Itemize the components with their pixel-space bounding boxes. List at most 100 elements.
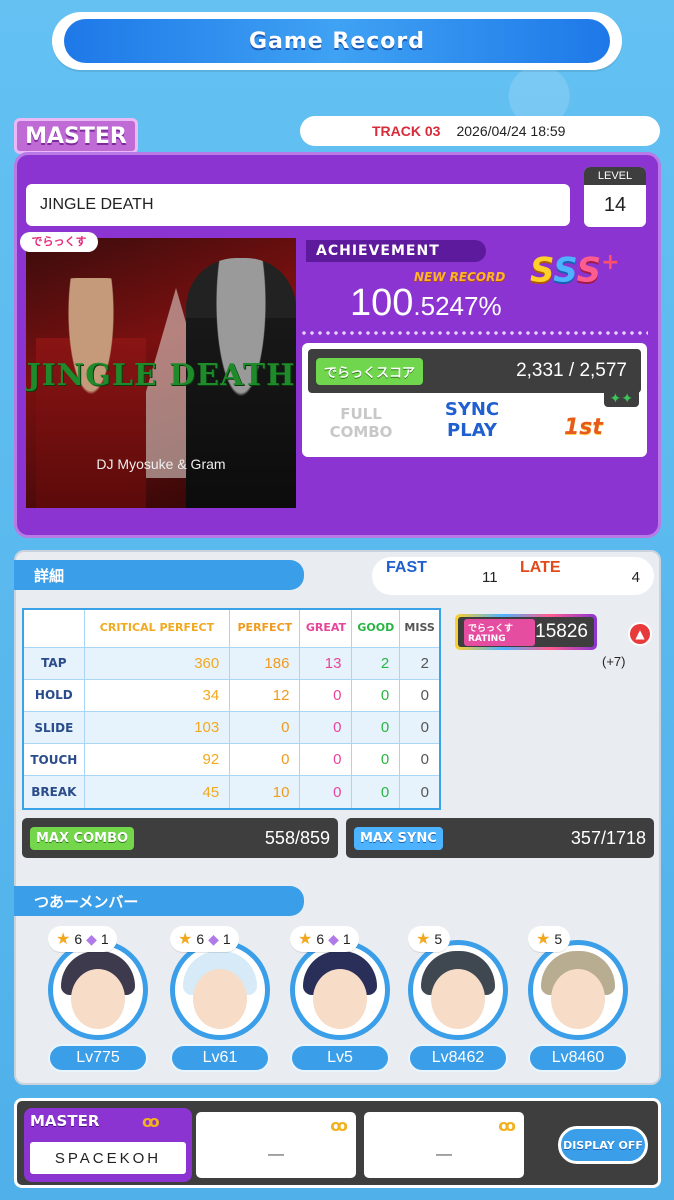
tour-member[interactable]: ★ 5 Lv8460	[528, 926, 628, 1076]
table-row: BREAK 45 10 0 0 0	[22, 775, 441, 810]
table-header-corner	[22, 608, 85, 648]
member-rank-badge: ★ 6 ◆ 1	[48, 926, 117, 952]
rating-value: 15826	[535, 621, 588, 642]
member-stars: 5	[434, 931, 443, 947]
member-stars: 5	[554, 931, 563, 947]
header-inner: Game Record	[64, 19, 610, 63]
dx-stars: ✦✦	[603, 391, 639, 407]
max-combo-value: 558/859	[264, 827, 330, 848]
cell-miss: 0	[399, 678, 441, 712]
player-card[interactable]: MASTER ꝏ SPACEKOH	[24, 1108, 192, 1182]
member-stars: 6	[74, 931, 83, 947]
member-gems: 1	[222, 931, 231, 947]
avatar-face	[313, 969, 367, 1029]
cell-good: 0	[351, 678, 401, 712]
star-icon: ★	[298, 931, 313, 948]
jacket-title: JINGLE DEATH	[26, 358, 296, 393]
cell-great: 13	[299, 646, 353, 680]
details-section-tab: 詳細	[14, 560, 304, 590]
cell-miss: 0	[399, 743, 441, 777]
avatar	[408, 940, 508, 1040]
cell-perfect: 12	[229, 678, 301, 712]
play-datetime: 2026/04/24 18:59	[456, 123, 566, 139]
rating-delta: (+7)	[602, 654, 626, 669]
achievement-label: ACHIEVEMENT	[306, 240, 486, 262]
tour-member[interactable]: ★ 6 ◆ 1 Lv61	[170, 926, 270, 1076]
dotted-divider	[300, 330, 648, 336]
avatar	[170, 940, 270, 1040]
cell-critical: 103	[83, 710, 231, 745]
member-level: Lv5	[290, 1044, 390, 1072]
member-level: Lv8462	[408, 1044, 508, 1072]
star-icon: ★	[56, 931, 71, 948]
cell-critical: 45	[83, 775, 231, 810]
place-badge: 1st	[564, 415, 603, 440]
member-rank-badge: ★ 5	[408, 926, 451, 952]
achievement-int: 100	[350, 282, 414, 324]
track-info-bar: TRACK 03 2026/04/24 18:59	[300, 116, 660, 146]
member-stars: 6	[196, 931, 205, 947]
cell-good: 0	[351, 775, 401, 810]
rating-box: でらっくす RATING 15826	[455, 614, 597, 650]
avatar-face	[431, 969, 485, 1029]
fast-value: 11	[482, 569, 498, 586]
member-level: Lv775	[48, 1044, 148, 1072]
cell-good: 2	[351, 646, 401, 680]
max-sync-bar: MAX SYNC 357/1718	[346, 818, 654, 858]
cell-miss: 0	[399, 775, 441, 810]
player-name: SPACEKOH	[30, 1142, 186, 1174]
table-row: TAP 360 186 13 2 2	[22, 646, 441, 680]
page-title: Game Record	[248, 28, 426, 54]
rank-letter: S	[553, 250, 577, 291]
difficulty-tag: MASTER	[14, 118, 138, 154]
member-stars: 6	[316, 931, 325, 947]
cell-great: 0	[299, 678, 353, 712]
rank-letter: S	[576, 250, 602, 291]
cell-critical: 92	[83, 743, 231, 777]
cell-perfect: 0	[229, 710, 301, 745]
header-miss: MISS	[399, 608, 441, 648]
display-off-button[interactable]: DISPLAY OFF	[558, 1126, 648, 1164]
fast-label: FAST	[386, 559, 427, 576]
achievement-value: 100.5247%	[350, 282, 502, 325]
header-great: GREAT	[299, 608, 353, 648]
jacket-badge-wrap: でらっくす	[20, 232, 98, 252]
max-combo-bar: MAX COMBO 558/859	[22, 818, 338, 858]
sync-play-badge: SYNC PLAY	[444, 399, 500, 441]
member-gems: 1	[100, 931, 109, 947]
rank-badge: SSS+	[530, 250, 620, 290]
row-label: HOLD	[22, 678, 85, 712]
row-label: SLIDE	[22, 710, 85, 745]
cell-perfect: 186	[229, 646, 301, 680]
tour-member[interactable]: ★ 6 ◆ 1 Lv5	[290, 926, 390, 1076]
player-slot-3[interactable]: ꝏ —	[364, 1112, 524, 1178]
header-critical-perfect: CRITICAL PERFECT	[83, 608, 231, 648]
cell-good: 0	[351, 743, 401, 777]
tour-member[interactable]: ★ 5 Lv8462	[408, 926, 508, 1076]
player-difficulty: MASTER	[30, 1112, 100, 1130]
dx-score-value: 2,331 / 2,577	[516, 360, 627, 381]
level-label: LEVEL	[584, 167, 646, 185]
jacket-figure-left	[36, 278, 146, 508]
deluxe-badge: でらっくす	[20, 232, 98, 252]
table-row: SLIDE 103 0 0 0 0	[22, 710, 441, 745]
row-label: TAP	[22, 646, 85, 680]
table-row: HOLD 34 12 0 0 0	[22, 678, 441, 712]
header-perfect: PERFECT	[229, 608, 301, 648]
member-gems: 1	[342, 931, 351, 947]
cell-critical: 34	[83, 678, 231, 712]
judgement-table: CRITICAL PERFECT PERFECT GREAT GOOD MISS…	[22, 608, 441, 810]
song-title: JINGLE DEATH	[26, 184, 570, 226]
rating-inner: でらっくす RATING 15826	[458, 617, 594, 647]
full-combo-badge: FULL COMBO	[329, 405, 393, 441]
cell-great: 0	[299, 743, 353, 777]
table-row: TOUCH 92 0 0 0 0	[22, 743, 441, 777]
star-icon: ★	[178, 931, 193, 948]
row-label: TOUCH	[22, 743, 85, 777]
tour-member[interactable]: ★ 6 ◆ 1 Lv775	[48, 926, 148, 1076]
player-slot-2[interactable]: ꝏ —	[196, 1112, 356, 1178]
max-sync-label: MAX SYNC	[354, 826, 443, 850]
avatar	[290, 940, 390, 1040]
tour-members-section-tab: つあーメンバー	[14, 886, 304, 916]
cell-miss: 2	[399, 646, 441, 680]
